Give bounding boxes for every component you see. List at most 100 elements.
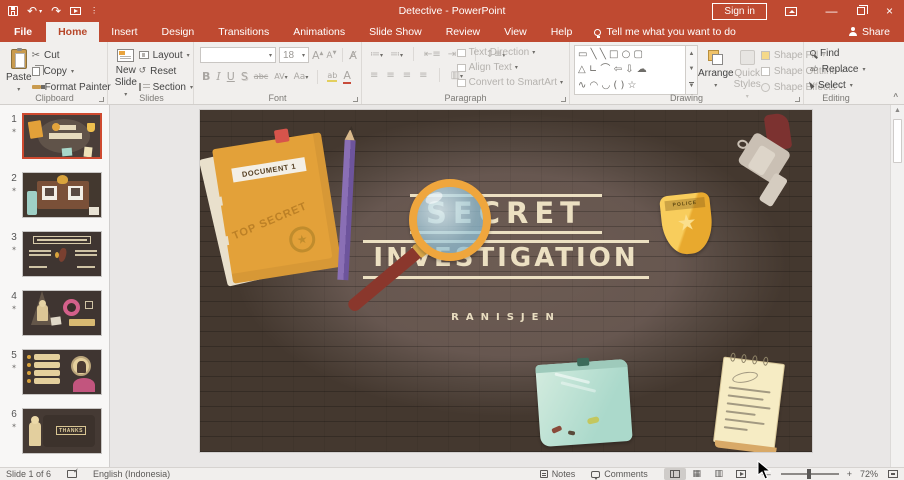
cut-icon: ✂ (32, 50, 40, 61)
slide-thumbnail-2[interactable] (22, 172, 102, 218)
revolver-illustration[interactable] (711, 110, 812, 227)
slide-sorter-view-button[interactable]: ▦ (686, 468, 708, 480)
slide-number: 4 (11, 291, 17, 302)
minimize-button[interactable]: — (817, 0, 846, 22)
sign-in-button[interactable]: Sign in (712, 3, 767, 20)
replace-button[interactable]: abReplace▾ (810, 61, 868, 77)
tab-insert[interactable]: Insert (99, 22, 149, 42)
author-text[interactable]: RANISJEN (200, 312, 812, 323)
tab-design[interactable]: Design (150, 22, 207, 42)
vertical-scrollbar[interactable]: ▲ (890, 105, 904, 467)
dialog-launcher-icon[interactable] (795, 97, 800, 102)
tab-file[interactable]: File (0, 22, 46, 42)
start-from-beginning-button[interactable] (70, 7, 81, 15)
text-shadow-button[interactable]: S (241, 70, 248, 83)
bullets-button[interactable]: ≔▾ (370, 49, 383, 60)
close-button[interactable]: × (875, 0, 904, 22)
zoom-in-button[interactable]: + (847, 469, 852, 479)
share-button[interactable]: Share (849, 22, 904, 42)
zoom-level[interactable]: 72% (860, 469, 878, 479)
quick-styles-label: Quick Styles (734, 68, 761, 90)
find-button[interactable]: Find (810, 45, 868, 61)
slide-number: 3 (11, 232, 17, 243)
tab-slide-show[interactable]: Slide Show (357, 22, 434, 42)
cut-button[interactable]: ✂Cut (32, 47, 111, 63)
magnifier-illustration[interactable] (409, 179, 491, 261)
notes-button[interactable]: Notes (540, 469, 576, 479)
thumbnail-caption: THANKS (56, 426, 86, 435)
comments-button[interactable]: Comments (591, 469, 648, 479)
bold-button[interactable]: B (202, 70, 210, 83)
save-button[interactable] (8, 6, 18, 16)
clear-formatting-button[interactable]: A̸ (349, 49, 357, 62)
normal-view-button[interactable] (664, 468, 686, 480)
convert-smartart-button[interactable]: Convert to SmartArt▾ (457, 75, 563, 90)
shapes-gallery-scroll[interactable]: ▲ ▼ ▼ (686, 45, 698, 95)
tab-help[interactable]: Help (539, 22, 585, 42)
tab-animations[interactable]: Animations (281, 22, 357, 42)
reading-view-button[interactable]: ▥ (708, 468, 730, 480)
dialog-launcher-icon[interactable] (353, 97, 358, 102)
restore-button[interactable] (846, 0, 875, 22)
chevron-down-icon: ▾ (380, 52, 383, 59)
layout-button[interactable]: Layout▾ (139, 47, 193, 63)
font-size-combo[interactable]: 18▾ (279, 47, 309, 63)
decrease-indent-button[interactable]: ⇤≡ (424, 49, 441, 60)
zoom-slider-thumb[interactable] (807, 469, 811, 479)
tab-review[interactable]: Review (434, 22, 492, 42)
strikethrough-button[interactable]: abc (254, 72, 268, 81)
slide-show-button[interactable] (730, 468, 752, 480)
ribbon-display-options-icon[interactable] (785, 7, 797, 16)
collapse-ribbon-button[interactable]: ^ (893, 92, 898, 101)
align-left-button[interactable]: ≡ (370, 70, 378, 81)
character-spacing-button[interactable]: AV▾ (274, 72, 287, 81)
highlight-color-button[interactable]: ab (327, 71, 337, 82)
underline-button[interactable]: U (227, 70, 235, 83)
grow-font-button[interactable]: A▲ (312, 49, 323, 62)
zoom-out-button[interactable]: — (762, 469, 771, 479)
slide-thumbnail-5[interactable] (22, 349, 102, 395)
spell-check-button[interactable] (67, 470, 77, 478)
slide-thumbnail-3[interactable] (22, 231, 102, 277)
quick-styles-button[interactable]: Quick Styles ▾ (734, 45, 761, 100)
tab-home[interactable]: Home (46, 22, 99, 42)
slide-canvas[interactable]: DOCUMENT 1 TOP SECRET ★ SECRET INVESTIGA… (200, 110, 812, 452)
slide-thumbnail-1[interactable] (22, 113, 102, 159)
language-indicator[interactable]: English (Indonesia) (93, 469, 170, 479)
font-color-button[interactable]: A (343, 69, 351, 84)
paste-button[interactable]: Paste ▾ (6, 44, 32, 95)
dialog-launcher-icon[interactable] (99, 97, 104, 102)
shapes-gallery[interactable]: ▭ ╲ ╲ □ ○ ▢ △ ∟ ⌒ ⇦ ⇩ ☁ ∿ ◠ ◡ ( ) ☆ ▲ ▼ … (574, 45, 698, 100)
arrange-button[interactable]: Arrange ▾ (698, 45, 734, 100)
tab-view[interactable]: View (492, 22, 539, 42)
copy-button[interactable]: Copy▾ (32, 63, 111, 79)
fit-to-window-icon[interactable] (888, 470, 898, 478)
evidence-bag-illustration[interactable] (535, 359, 632, 447)
shrink-font-button[interactable]: A▼ (326, 50, 336, 61)
customize-qat-button[interactable]: ⋮ (90, 7, 98, 15)
align-text-button[interactable]: Align Text▾ (457, 60, 563, 75)
scrollbar-thumb[interactable] (893, 119, 902, 163)
align-right-button[interactable]: ≡ (403, 70, 411, 81)
select-button[interactable]: Select▾ (810, 77, 868, 93)
dialog-launcher-icon[interactable] (561, 97, 566, 102)
divider (342, 48, 343, 62)
tab-transitions[interactable]: Transitions (206, 22, 281, 42)
numbering-button[interactable]: ≕▾ (390, 49, 403, 60)
slide-thumbnail-6[interactable]: THANKS (22, 408, 102, 454)
tell-me-box[interactable]: Tell me what you want to do (584, 22, 746, 42)
thumbnail-meta: 5 ✶ (6, 349, 22, 395)
undo-button[interactable]: ↶▾ (27, 6, 42, 16)
notepad-illustration[interactable] (713, 357, 785, 450)
italic-button[interactable]: I (216, 70, 220, 83)
align-center-button[interactable]: ≡ (386, 70, 394, 81)
font-name-combo[interactable]: ▾ (200, 47, 276, 63)
justify-button[interactable]: ≡ (419, 70, 427, 81)
slide-thumbnail-4[interactable] (22, 290, 102, 336)
redo-button[interactable]: ↷ (51, 6, 61, 16)
zoom-slider[interactable] (781, 473, 839, 475)
text-direction-button[interactable]: Text Direction▾ (457, 45, 563, 60)
reset-button[interactable]: ↺Reset (139, 63, 193, 79)
new-slide-button[interactable]: New Slide ▾ (113, 44, 139, 98)
change-case-button[interactable]: Aa▾ (294, 72, 309, 82)
